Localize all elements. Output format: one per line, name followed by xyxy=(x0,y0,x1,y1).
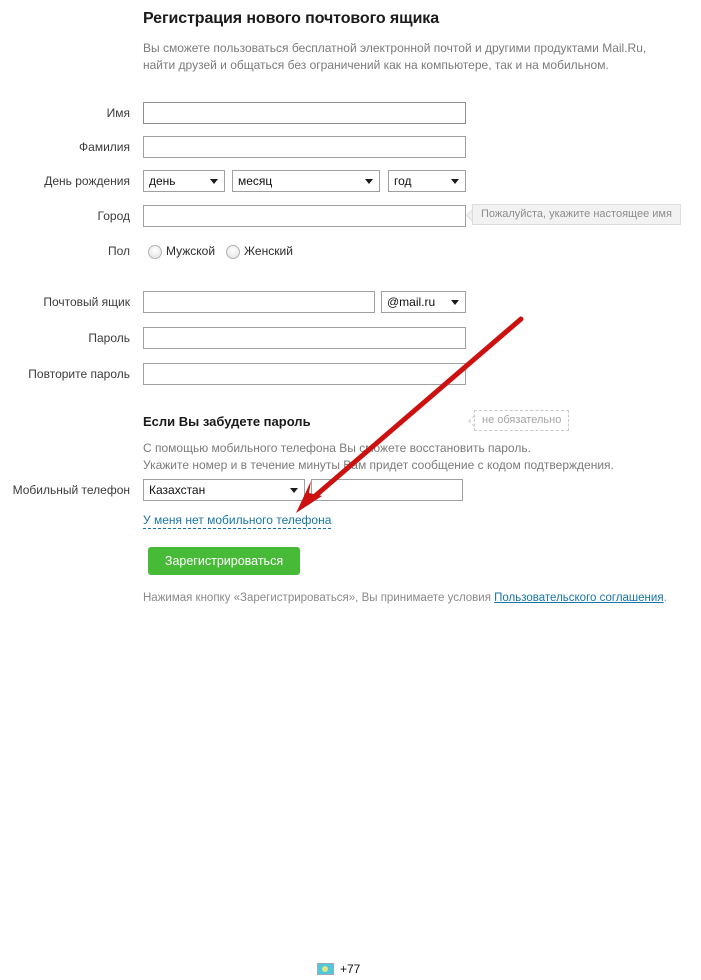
birthday-year-value: год xyxy=(394,174,412,188)
kz-flag-icon xyxy=(317,963,334,975)
gender-label-female[interactable]: Женский xyxy=(244,240,293,262)
page-header: Регистрация нового почтового ящика Вы см… xyxy=(143,10,688,74)
city-label: Город xyxy=(97,209,130,223)
no-phone-link[interactable]: У меня нет мобильного телефона xyxy=(143,513,332,529)
last-name-label: Фамилия xyxy=(79,140,130,154)
page-intro-line1: Вы сможете пользоваться бесплатной элект… xyxy=(143,41,647,55)
user-agreement-link[interactable]: Пользовательского соглашения xyxy=(494,592,663,604)
page-intro-line2: найти друзей и общаться без ограничений … xyxy=(143,58,609,72)
phone-country-select[interactable]: Казахстан xyxy=(143,479,305,501)
chevron-down-icon xyxy=(290,488,298,493)
register-button[interactable]: Зарегистрироваться xyxy=(148,547,300,575)
mailbox-domain-select[interactable]: @mail.ru xyxy=(381,291,466,313)
row-password-repeat: Повторите пароль xyxy=(0,363,701,385)
mailbox-label: Почтовый ящик xyxy=(43,295,130,309)
mailbox-input[interactable] xyxy=(143,291,375,313)
phone-country-code: +77 xyxy=(340,962,361,976)
birthday-label: День рождения xyxy=(44,174,130,188)
forgot-password-title: Если Вы забудете пароль xyxy=(143,414,311,429)
terms-note-text-after: . xyxy=(663,592,667,604)
gender-label-male[interactable]: Мужской xyxy=(166,240,215,262)
last-name-input[interactable] xyxy=(143,136,466,158)
row-city: Город не обязательно xyxy=(0,205,701,431)
phone-country-value: Казахстан xyxy=(149,483,206,497)
row-mailbox: Почтовый ящик @mail.ru xyxy=(0,291,701,313)
registration-page: Регистрация нового почтового ящика Вы см… xyxy=(0,0,701,976)
row-password: Пароль xyxy=(0,327,701,349)
birthday-day-select[interactable]: день xyxy=(143,170,225,192)
phone-number-input[interactable] xyxy=(311,479,463,501)
birthday-month-select[interactable]: месяц xyxy=(232,170,380,192)
row-first-name: Имя Пожалуйста, укажите настоящее имя xyxy=(0,102,701,225)
terms-note: Нажимая кнопку «Зарегистрироваться», Вы … xyxy=(143,592,667,604)
chevron-down-icon xyxy=(451,300,459,305)
row-phone: Мобильный телефон Казахстан +77 xyxy=(0,479,701,976)
gender-radio-male[interactable] xyxy=(148,245,162,259)
row-last-name: Фамилия xyxy=(0,136,701,158)
gender-label: Пол xyxy=(107,244,130,258)
forgot-password-line1: С помощью мобильного телефона Вы сможете… xyxy=(143,441,531,455)
forgot-password-line2: Укажите номер и в течение минуты Вам при… xyxy=(143,458,614,472)
first-name-label: Имя xyxy=(106,106,130,120)
phone-label: Мобильный телефон xyxy=(12,483,130,497)
terms-note-text-before: Нажимая кнопку «Зарегистрироваться», Вы … xyxy=(143,592,495,604)
chevron-down-icon xyxy=(451,179,459,184)
row-gender: Пол Мужской Женский xyxy=(0,240,701,262)
gender-radio-female[interactable] xyxy=(226,245,240,259)
red-arrow-icon xyxy=(296,316,524,513)
password-label: Пароль xyxy=(88,331,130,345)
password-repeat-label: Повторите пароль xyxy=(28,367,130,381)
row-birthday: День рождения день месяц год xyxy=(0,170,701,192)
mailbox-domain-value: @mail.ru xyxy=(387,295,436,309)
birthday-month-value: месяц xyxy=(238,174,273,188)
page-intro: Вы сможете пользоваться бесплатной элект… xyxy=(143,40,663,74)
chevron-down-icon xyxy=(365,179,373,184)
birthday-year-select[interactable]: год xyxy=(388,170,466,192)
city-input[interactable] xyxy=(143,205,466,227)
city-hint: не обязательно xyxy=(474,410,570,431)
password-repeat-input[interactable] xyxy=(143,363,466,385)
password-input[interactable] xyxy=(143,327,466,349)
page-title: Регистрация нового почтового ящика xyxy=(143,10,440,27)
birthday-day-value: день xyxy=(149,174,176,188)
first-name-input[interactable] xyxy=(143,102,466,124)
chevron-down-icon xyxy=(210,179,218,184)
